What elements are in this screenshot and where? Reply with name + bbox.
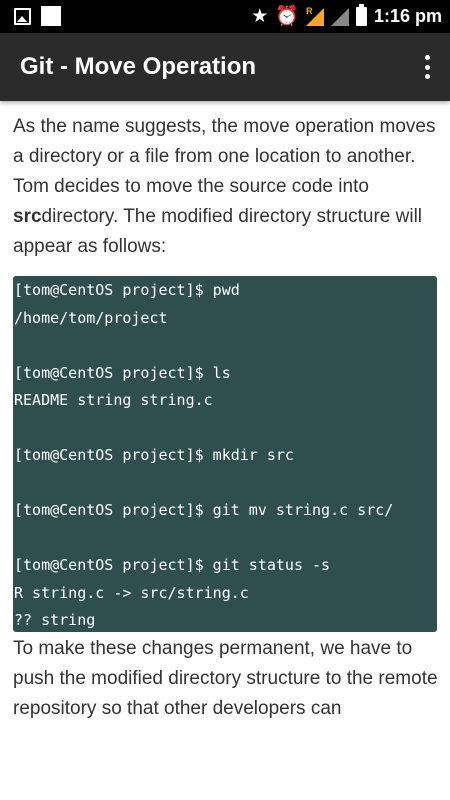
code-line: R string.c -> src/string.c	[14, 583, 249, 602]
app-bar: Git - Move Operation	[0, 33, 450, 101]
code-line: [tom@CentOS project]$ ls	[14, 363, 231, 382]
code-line: [tom@CentOS project]$ git status -s	[14, 556, 331, 574]
code-line: [tom@CentOS project]$ mkdir src	[14, 446, 294, 464]
image-icon	[14, 7, 31, 25]
signal-r-label: R	[305, 5, 313, 16]
intro-text-a: As the name suggests, the move operation…	[13, 116, 436, 197]
code-line: /home/tom/project	[14, 308, 168, 327]
signal-r-icon: R	[305, 5, 324, 26]
battery-icon	[355, 4, 367, 26]
status-time: 1:16 pm	[373, 6, 442, 26]
code-line: [tom@CentOS project]$ git mv string.c sr…	[14, 501, 394, 519]
intro-text-b: directory. The modified directory struct…	[13, 206, 423, 257]
code-line: ?? string	[14, 611, 96, 629]
alarm-icon: ⏰	[275, 5, 299, 27]
article-content: As the name suggests, the move operation…	[13, 112, 439, 724]
overflow-menu-icon[interactable]	[422, 55, 432, 79]
intro-paragraph: As the name suggests, the move operation…	[13, 112, 439, 262]
code-line: README string string.c	[14, 391, 213, 409]
status-right: ★ ⏰ R 1:16 pm	[251, 0, 442, 33]
menu-dot	[424, 55, 430, 60]
status-left	[14, 6, 61, 26]
code-line: [tom@CentOS project]$ pwd	[14, 281, 240, 299]
page-title: Git - Move Operation	[20, 53, 257, 80]
menu-dot	[424, 64, 430, 70]
followup-paragraph: To make these changes permanent, we have…	[13, 638, 438, 719]
star-icon: ★	[251, 5, 269, 27]
signal-icon	[330, 7, 349, 26]
menu-dot	[424, 74, 430, 79]
white-square-icon	[41, 6, 61, 26]
status-bar: ★ ⏰ R 1:16 pm	[0, 0, 450, 33]
intro-bold-src: src	[13, 206, 42, 227]
code-block: [tom@CentOS project]$ pwd/home/tom/proje…	[13, 276, 437, 632]
